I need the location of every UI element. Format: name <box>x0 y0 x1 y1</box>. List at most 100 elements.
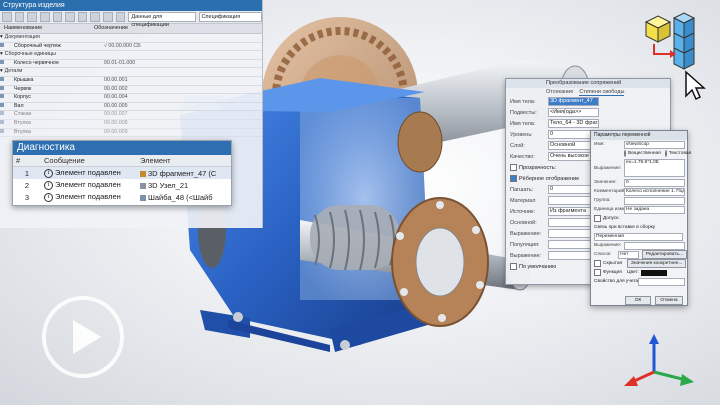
source-select[interactable]: Нет <box>618 250 639 259</box>
tree-row[interactable]: Втулка 00.00.009 <box>0 128 262 138</box>
tree-group-row[interactable]: ▾ Сборочные единицы <box>0 51 262 60</box>
expression-row: Выражение: ex=1.79.9*1.0Е <box>591 158 687 178</box>
comment-row: Комментарий:Колесо исполнение 1. Подавит… <box>591 187 687 196</box>
table-row[interactable]: 1 i Элемент подавлен 3D фрагмент_47 (С <box>13 166 231 179</box>
tree-row[interactable]: Вал 00.00.005 <box>0 102 262 112</box>
row-element: Шайба_48 (<Шайб <box>148 192 213 202</box>
tab-degrees-of-freedom[interactable]: Степени свободы <box>579 88 625 96</box>
spec-select[interactable]: Спецификация <box>198 12 262 22</box>
column-designation-header[interactable]: Обозначение <box>90 24 128 33</box>
property-label: Выражение: <box>510 230 542 237</box>
tree-row[interactable]: Втулка 00.00.008 <box>0 119 262 129</box>
toolbar-button[interactable] <box>14 12 25 22</box>
text-radio[interactable] <box>664 150 667 157</box>
color-swatch[interactable] <box>641 269 668 276</box>
view-select[interactable]: Данные для спецификации <box>128 12 196 28</box>
property-value-field[interactable]: 3D фрагмент_47 <box>548 97 599 106</box>
column-number-header[interactable]: # <box>13 155 41 167</box>
tree-row[interactable]: Крышка 00.00.001 <box>0 76 262 86</box>
hidden-checkbox[interactable] <box>594 260 601 267</box>
tree-row-designation <box>95 68 155 76</box>
play-icon <box>73 320 101 354</box>
edges-checkbox[interactable] <box>510 175 517 182</box>
edit-button[interactable]: Редактировать... <box>641 250 687 259</box>
interval-checkbox[interactable] <box>594 215 601 222</box>
tree-group-row[interactable]: ▾ Детали <box>0 68 262 77</box>
part-icon <box>0 42 4 47</box>
tree-row[interactable]: Червяк 00.00.002 <box>0 85 262 95</box>
default-values-button[interactable]: Значения конкретнее... <box>627 259 687 268</box>
structure-title: Структура изделия <box>0 0 262 11</box>
tree-row-designation: 00.00.001 <box>104 76 128 83</box>
tree-row-designation: 00.00.007 <box>104 111 128 118</box>
toolbar-button[interactable] <box>90 12 101 22</box>
function-checkbox[interactable] <box>594 269 601 276</box>
part-icon <box>0 85 4 90</box>
assembly-cubes-icon <box>644 12 706 101</box>
part-icon <box>0 76 4 81</box>
tree-row[interactable]: Корпус 00.00.004 <box>0 94 262 103</box>
structure-tree: ▾ Документация Сборочный чертеж √ 00.00.00… <box>0 34 262 138</box>
property-label: Имя тела: <box>510 120 536 127</box>
property-value-field[interactable]: Тело_64 - 3D фрагм <box>548 119 599 128</box>
row-message: Элемент подавлен <box>55 180 121 190</box>
part-icon <box>0 94 4 99</box>
diagnostics-title: Диагностика <box>13 141 231 155</box>
tree-row-name: Стакан <box>14 111 32 118</box>
tree-row-designation: 00.01-01.000 <box>104 59 136 66</box>
tree-row[interactable]: Стакан 00.00.007 <box>0 111 262 120</box>
blue-cubes-icon <box>672 12 696 70</box>
toolbar-button[interactable] <box>65 12 75 22</box>
table-row[interactable]: 3 i Элемент подавлен Шайба_48 (<Шайб <box>13 191 231 203</box>
tab-cutting[interactable]: Отсекание <box>546 88 573 96</box>
comment-input[interactable]: Колесо исполнение 1. Подавить <box>624 187 685 196</box>
link-expression-input[interactable] <box>624 241 685 250</box>
column-message-header[interactable]: Сообщение <box>41 155 137 167</box>
ok-button[interactable]: ОК <box>625 296 651 305</box>
accuracy-select[interactable] <box>638 277 685 286</box>
toolbar-button[interactable] <box>2 12 12 22</box>
play-button[interactable] <box>42 296 124 378</box>
text-label: Текстовая <box>668 151 692 156</box>
link-expression-row: Выражение: <box>591 241 687 250</box>
tree-row-designation: 00.00.002 <box>104 85 128 92</box>
toolbar-button[interactable] <box>39 12 50 22</box>
tree-row[interactable]: Колесо червячное 00.01-01.000 <box>0 59 262 69</box>
tree-row-name: Втулка <box>14 119 31 126</box>
toolbar-button[interactable] <box>115 12 126 22</box>
name-input[interactable]: vNewScop <box>624 140 685 149</box>
toolbar-button[interactable] <box>77 12 88 22</box>
property-value-field[interactable]: <Имя(ода>> <box>548 108 599 117</box>
variable-parameters-dialog: Параметры переменной Имя: vNewScop Вещест… <box>590 130 692 306</box>
real-radio[interactable] <box>624 150 626 157</box>
row-message-cell: i Элемент подавлен <box>41 191 137 203</box>
tree-row-name: Сборочные единицы <box>4 51 56 58</box>
dialog-buttons: ОК Отмена <box>591 296 687 305</box>
tree-row-designation: 00.00.005 <box>104 102 128 109</box>
transparency-checkbox[interactable] <box>510 164 517 171</box>
link-select[interactable]: Переменная <box>594 232 683 241</box>
toolbar-button[interactable] <box>27 12 37 22</box>
default-checkbox[interactable] <box>510 263 517 270</box>
part-icon <box>0 102 4 107</box>
toolbar-button[interactable] <box>103 12 113 22</box>
expression-label: Выражение: <box>594 165 622 171</box>
cancel-button[interactable]: Отмена <box>655 296 683 305</box>
column-element-header[interactable]: Элемент <box>137 155 231 167</box>
value-input[interactable]: 0 <box>624 178 685 187</box>
unit-select[interactable]: Не задана <box>624 205 685 214</box>
arrow-icon <box>653 44 670 55</box>
info-icon: i <box>44 180 53 190</box>
tree-group-row[interactable]: ▾ Документация <box>0 34 262 43</box>
hidden-label: Скрытая <box>603 261 623 266</box>
table-row[interactable]: 2 i Элемент подавлен 3D Узел_21 <box>13 179 231 191</box>
property-row: Подвесты: <Имя(ода>> <box>506 107 670 118</box>
property-label: Слой: <box>510 142 525 149</box>
row-element-cell: Шайба_48 (<Шайб <box>137 191 231 203</box>
column-name-header[interactable]: Наименование <box>0 24 90 33</box>
expression-input[interactable]: ex=1.79.9*1.0Е <box>624 159 685 177</box>
tree-row-name: Вал <box>14 102 24 109</box>
toolbar-button[interactable] <box>52 12 63 22</box>
group-input[interactable] <box>624 196 685 205</box>
tree-row[interactable]: Сборочный чертеж √ 00.00.000 СБ <box>0 42 262 52</box>
